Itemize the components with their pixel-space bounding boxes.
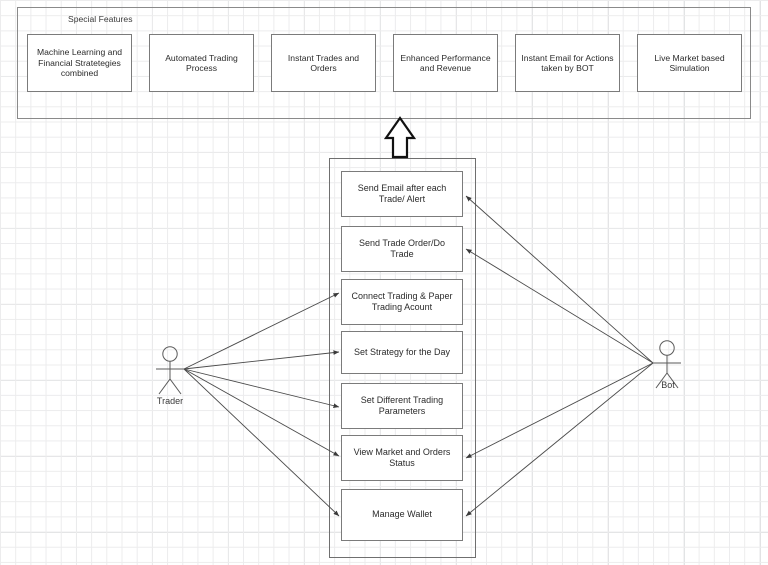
use-case-label-2: Send Trade Order/Do Trade <box>358 237 446 259</box>
special-features-title: Special Features <box>68 14 133 24</box>
use-case-connect-trading-account[interactable]: Connect Trading & Paper Trading Acount <box>341 279 463 325</box>
feature-label-6: Live Market based Simulation <box>654 52 725 73</box>
use-case-set-parameters[interactable]: Set Different Trading Parameters <box>341 383 463 429</box>
feature-label-1: Machine Learning and Financial Strateteg… <box>36 47 123 79</box>
use-case-label-6: View Market and Orders Status <box>353 446 451 468</box>
use-case-label-5: Set Different Trading Parameters <box>360 394 444 416</box>
actor-trader-label: Trader <box>156 396 184 406</box>
feature-box-6[interactable]: Live Market based Simulation <box>637 34 742 92</box>
use-case-send-trade-order[interactable]: Send Trade Order/Do Trade <box>341 226 463 272</box>
use-case-view-market-status[interactable]: View Market and Orders Status <box>341 435 463 481</box>
feature-box-1[interactable]: Machine Learning and Financial Strateteg… <box>27 34 132 92</box>
feature-box-2[interactable]: Automated Trading Process <box>149 34 254 92</box>
feature-box-4[interactable]: Enhanced Performance and Revenue <box>393 34 498 92</box>
use-case-send-email[interactable]: Send Email after each Trade/ Alert <box>341 171 463 217</box>
feature-label-2: Automated Trading Process <box>165 52 238 73</box>
use-case-label-7: Manage Wallet <box>372 509 432 520</box>
feature-label-4: Enhanced Performance and Revenue <box>400 52 491 73</box>
feature-box-5[interactable]: Instant Email for Actions taken by BOT <box>515 34 620 92</box>
use-case-set-strategy[interactable]: Set Strategy for the Day <box>341 331 463 374</box>
feature-label-3: Instant Trades and Orders <box>287 52 360 73</box>
use-case-label-3: Connect Trading & Paper Trading Acount <box>351 290 453 312</box>
use-case-label-1: Send Email after each Trade/ Alert <box>357 182 447 204</box>
feature-label-5: Instant Email for Actions taken by BOT <box>521 52 614 73</box>
feature-box-3[interactable]: Instant Trades and Orders <box>271 34 376 92</box>
actor-bot-label: Bot <box>661 380 675 390</box>
use-case-manage-wallet[interactable]: Manage Wallet <box>341 489 463 541</box>
use-case-label-4: Set Strategy for the Day <box>353 346 451 357</box>
